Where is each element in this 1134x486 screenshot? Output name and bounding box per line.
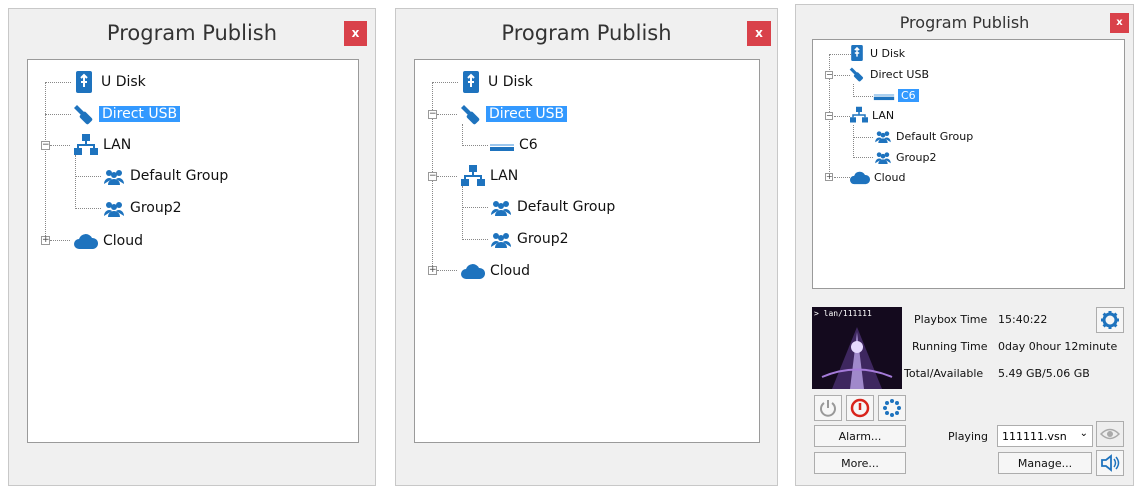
tree-item-default-group[interactable]: Default Group: [102, 164, 228, 188]
network-icon: [73, 133, 99, 157]
group-icon: [873, 129, 893, 143]
playing-label: Playing: [948, 430, 988, 443]
stop-icon: [850, 398, 870, 418]
cloud-expand-toggle[interactable]: +: [41, 236, 50, 245]
tree-item-udisk[interactable]: U Disk: [73, 70, 146, 94]
close-button[interactable]: x: [1110, 13, 1129, 33]
thumbnail-caption: > lan/111111: [814, 309, 872, 318]
tree-item-c6[interactable]: C6: [873, 86, 919, 104]
close-button[interactable]: x: [747, 21, 771, 46]
program-publish-window-3: Program Publish x − − + U Disk Direct US…: [795, 4, 1134, 486]
network-icon: [849, 106, 869, 124]
tree-item-group2[interactable]: Group2: [102, 196, 182, 220]
tree-item-lan[interactable]: LAN: [73, 133, 131, 157]
eye-icon: [1100, 427, 1120, 441]
group-icon: [102, 199, 126, 217]
window-title: Program Publish: [501, 21, 672, 45]
tree-item-cloud[interactable]: Cloud: [73, 229, 143, 253]
network-icon: [460, 164, 486, 188]
tree-item-udisk[interactable]: U Disk: [460, 70, 533, 94]
device-tree[interactable]: − − + U Disk Direct USB C6 LAN Default G…: [812, 39, 1125, 289]
manage-button[interactable]: Manage...: [998, 452, 1092, 474]
tree-item-cloud[interactable]: Cloud: [849, 168, 905, 186]
running-time-value: 0day 0hour 12minute: [998, 340, 1118, 353]
usb-drive-icon: [460, 70, 482, 94]
playing-select[interactable]: 111111.vsn ⌄: [997, 425, 1093, 447]
tree-item-direct-usb[interactable]: Direct USB: [849, 65, 929, 83]
group-icon: [873, 150, 893, 164]
playbox-time-label: Playbox Time: [914, 313, 988, 326]
usb-drive-icon: [73, 70, 95, 94]
total-available-value: 5.49 GB/5.06 GB: [998, 367, 1090, 380]
program-publish-window-1: Program Publish x − + U Disk Direct USB …: [8, 8, 376, 486]
refresh-button[interactable]: [878, 395, 906, 421]
window-title: Program Publish: [899, 13, 1030, 32]
usb-plug-icon: [73, 102, 95, 126]
device-tree[interactable]: − + U Disk Direct USB LAN Default Group …: [27, 59, 359, 443]
speaker-icon: [1100, 454, 1120, 472]
usb-plug-icon: [849, 65, 865, 83]
cloud-expand-toggle[interactable]: +: [825, 173, 833, 181]
close-button[interactable]: x: [344, 21, 367, 46]
alarm-button[interactable]: Alarm...: [814, 425, 906, 447]
screen-icon: [873, 89, 895, 101]
direct-usb-collapse-toggle[interactable]: −: [825, 71, 833, 79]
window-title: Program Publish: [106, 21, 278, 45]
tree-item-c6[interactable]: C6: [489, 133, 538, 157]
program-publish-window-2: Program Publish x − − + U Disk Direct US…: [395, 8, 778, 486]
group-icon: [102, 167, 126, 185]
tree-item-group2[interactable]: Group2: [873, 148, 937, 166]
stop-button[interactable]: [846, 395, 874, 421]
direct-usb-collapse-toggle[interactable]: −: [428, 110, 437, 119]
tree-item-direct-usb[interactable]: Direct USB: [460, 102, 568, 126]
preview-thumbnail: > lan/111111: [812, 307, 902, 389]
gear-icon: [1100, 310, 1120, 330]
preview-eye-button[interactable]: [1096, 421, 1124, 447]
tree-item-direct-usb[interactable]: Direct USB: [73, 102, 181, 126]
lan-collapse-toggle[interactable]: −: [41, 141, 50, 150]
more-button[interactable]: More...: [814, 452, 906, 474]
tree-item-lan[interactable]: LAN: [849, 106, 894, 124]
group-icon: [489, 198, 513, 216]
tree-item-default-group[interactable]: Default Group: [489, 195, 615, 219]
lan-collapse-toggle[interactable]: −: [825, 112, 833, 120]
total-available-label: Total/Available: [904, 367, 984, 380]
screen-icon: [489, 138, 515, 152]
cloud-expand-toggle[interactable]: +: [428, 266, 437, 275]
usb-drive-icon: [849, 44, 865, 62]
power-button[interactable]: [814, 395, 842, 421]
playbox-time-value: 15:40:22: [998, 313, 1048, 326]
volume-button[interactable]: [1096, 450, 1124, 476]
cloud-icon: [73, 232, 99, 250]
tree-item-cloud[interactable]: Cloud: [460, 259, 530, 283]
tree-item-lan[interactable]: LAN: [460, 164, 518, 188]
running-time-label: Running Time: [912, 340, 988, 353]
group-icon: [489, 230, 513, 248]
settings-button[interactable]: [1096, 307, 1124, 333]
tree-item-udisk[interactable]: U Disk: [849, 44, 905, 62]
tree-item-group2[interactable]: Group2: [489, 227, 569, 251]
power-icon: [819, 399, 837, 417]
chevron-down-icon: ⌄: [1079, 428, 1088, 439]
tree-item-default-group[interactable]: Default Group: [873, 127, 973, 145]
cloud-icon: [849, 170, 871, 185]
loading-icon: [882, 398, 902, 418]
device-tree[interactable]: − − + U Disk Direct USB C6 LAN Default G…: [414, 59, 760, 443]
cloud-icon: [460, 262, 486, 280]
usb-plug-icon: [460, 102, 482, 126]
lan-collapse-toggle[interactable]: −: [428, 172, 437, 181]
